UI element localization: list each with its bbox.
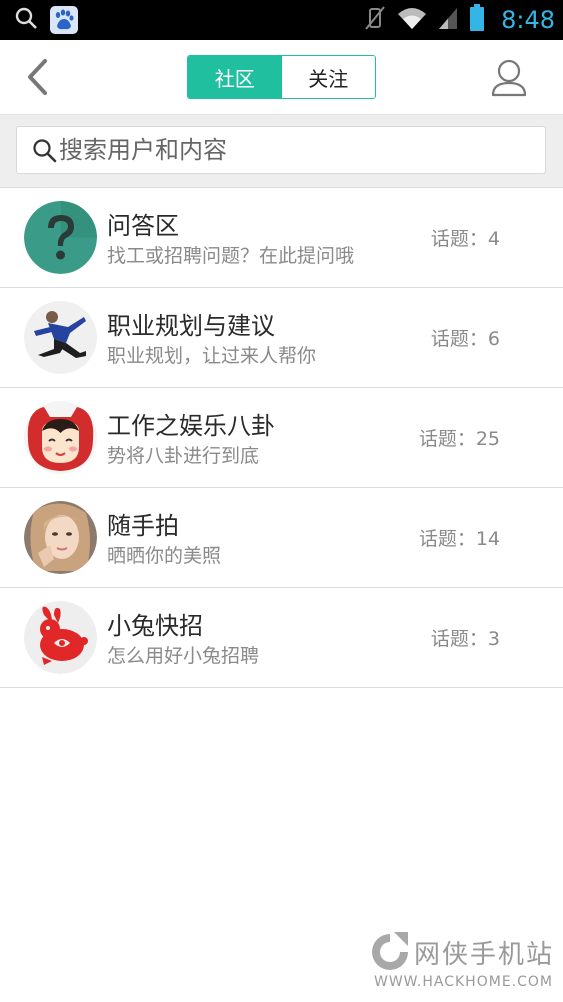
status-time: 8:48 [501, 6, 555, 34]
search-input[interactable] [59, 130, 545, 170]
status-bar: 8:48 [0, 0, 563, 40]
watermark-name: 网侠手机站 [414, 940, 555, 970]
search-area [0, 115, 563, 188]
hackhome-logo-icon [372, 932, 408, 970]
search-icon [33, 139, 57, 163]
topic-list: 问答区 找工或招聘问题？在此提问哦 话题：4 职业规划与建议 职业规划，让过来人… [0, 188, 563, 688]
segmented-tabs: 社区 关注 [187, 55, 376, 99]
watermark: 网侠手机站 WWW.HACKHOME.COM [366, 928, 558, 998]
topic-title: 职业规划与建议 [107, 312, 275, 340]
back-button[interactable] [20, 58, 56, 96]
topic-count: 话题：14 [418, 528, 500, 550]
list-item[interactable]: 随手拍 晒晒你的美照 话题：14 [0, 488, 563, 588]
running-businessman-image [24, 301, 97, 374]
topic-count: 话题：3 [430, 628, 500, 650]
cartoon-girl-image [24, 401, 97, 474]
search-notification-icon [14, 6, 38, 34]
topic-subtitle: 怎么用好小兔招聘 [107, 645, 260, 667]
topic-count: 话题：25 [418, 428, 500, 450]
tab-community[interactable]: 社区 [188, 56, 282, 98]
avatar [24, 401, 97, 474]
topic-subtitle: 晒晒你的美照 [107, 545, 222, 567]
avatar [24, 301, 97, 374]
topic-title: 工作之娱乐八卦 [107, 412, 275, 440]
tab-following[interactable]: 关注 [281, 56, 375, 98]
baidu-app-icon [50, 6, 78, 34]
profile-button[interactable] [490, 58, 528, 98]
list-item[interactable]: 职业规划与建议 职业规划，让过来人帮你 话题：6 [0, 288, 563, 388]
topic-title: 小兔快招 [107, 612, 203, 640]
user-icon [491, 59, 527, 97]
topic-count: 话题：4 [430, 228, 500, 250]
avatar [24, 501, 97, 574]
top-bar: 社区 关注 [0, 40, 563, 115]
red-rabbit-papercut-icon [24, 601, 97, 674]
avatar [24, 601, 97, 674]
topic-subtitle: 职业规划，让过来人帮你 [107, 345, 317, 367]
topic-subtitle: 找工或招聘问题？在此提问哦 [107, 245, 355, 267]
topic-count: 话题：6 [430, 328, 500, 350]
topic-title: 问答区 [107, 212, 179, 240]
battery-icon [469, 4, 485, 36]
list-item[interactable]: 工作之娱乐八卦 势将八卦进行到底 话题：25 [0, 388, 563, 488]
signal-icon [437, 6, 459, 34]
avatar [24, 201, 97, 274]
topic-title: 随手拍 [107, 512, 179, 540]
watermark-url: WWW.HACKHOME.COM [374, 974, 553, 990]
selfie-photo-image [24, 501, 97, 574]
back-chevron-icon [28, 59, 47, 95]
list-item[interactable]: 小兔快招 怎么用好小兔招聘 话题：3 [0, 588, 563, 688]
topic-subtitle: 势将八卦进行到底 [107, 445, 260, 467]
search-box[interactable] [16, 126, 546, 174]
vibrate-off-icon [363, 5, 387, 35]
question-mark-icon [24, 201, 97, 274]
list-item[interactable]: 问答区 找工或招聘问题？在此提问哦 话题：4 [0, 188, 563, 288]
wifi-icon [397, 6, 427, 34]
